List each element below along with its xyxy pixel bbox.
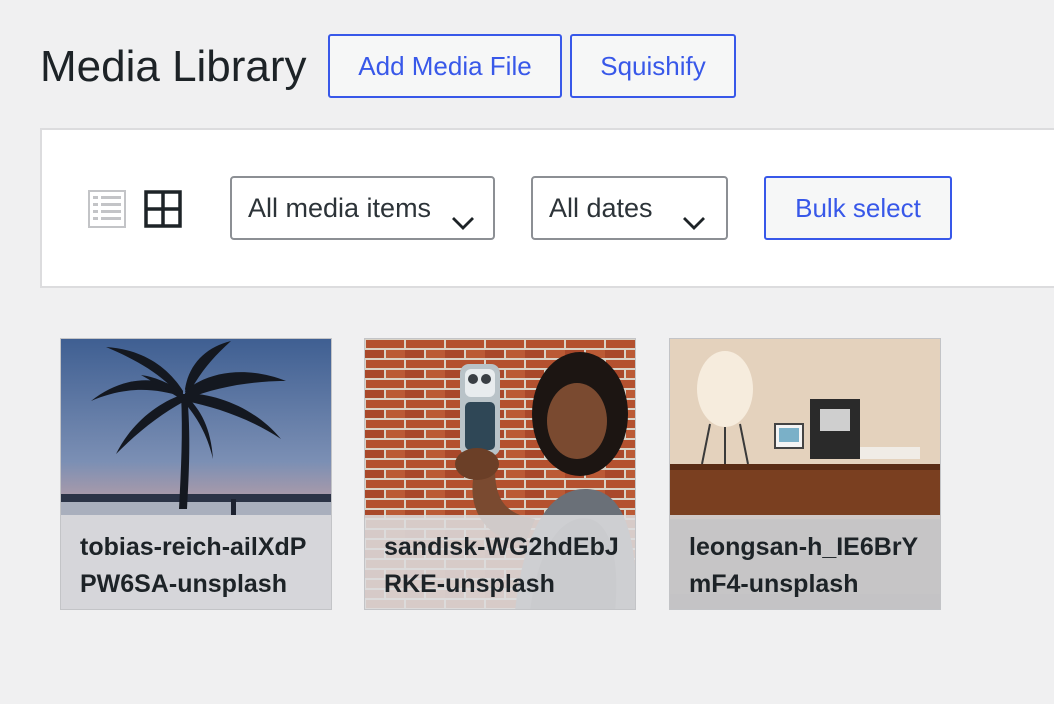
media-tile[interactable]: leongsan-h_IE6BrYmF4-unsplash: [669, 338, 941, 610]
media-tile[interactable]: sandisk-WG2hdEbJRKE-unsplash: [364, 338, 636, 610]
media-toolbar: All media items All dates Bulk select: [40, 128, 1054, 288]
chevron-down-icon: [451, 196, 475, 230]
add-media-file-button[interactable]: Add Media File: [328, 34, 562, 98]
list-view-icon[interactable]: [88, 190, 126, 228]
chevron-down-icon: [682, 196, 706, 230]
page-title: Media Library: [40, 42, 307, 91]
media-filename: leongsan-h_IE6BrYmF4-unsplash: [670, 515, 940, 609]
media-filename: tobias-reich-ailXdPPW6SA-unsplash: [61, 515, 331, 609]
squishify-button[interactable]: Squishify: [570, 34, 736, 98]
grid-view-icon[interactable]: [144, 190, 182, 228]
date-filter[interactable]: All dates: [531, 176, 728, 240]
bulk-select-button[interactable]: Bulk select: [764, 176, 952, 240]
media-filename: sandisk-WG2hdEbJRKE-unsplash: [365, 515, 635, 609]
media-tile[interactable]: tobias-reich-ailXdPPW6SA-unsplash: [60, 338, 332, 610]
date-filter-value: All dates: [549, 193, 653, 223]
media-type-filter[interactable]: All media items: [230, 176, 495, 240]
media-type-filter-value: All media items: [248, 193, 432, 223]
